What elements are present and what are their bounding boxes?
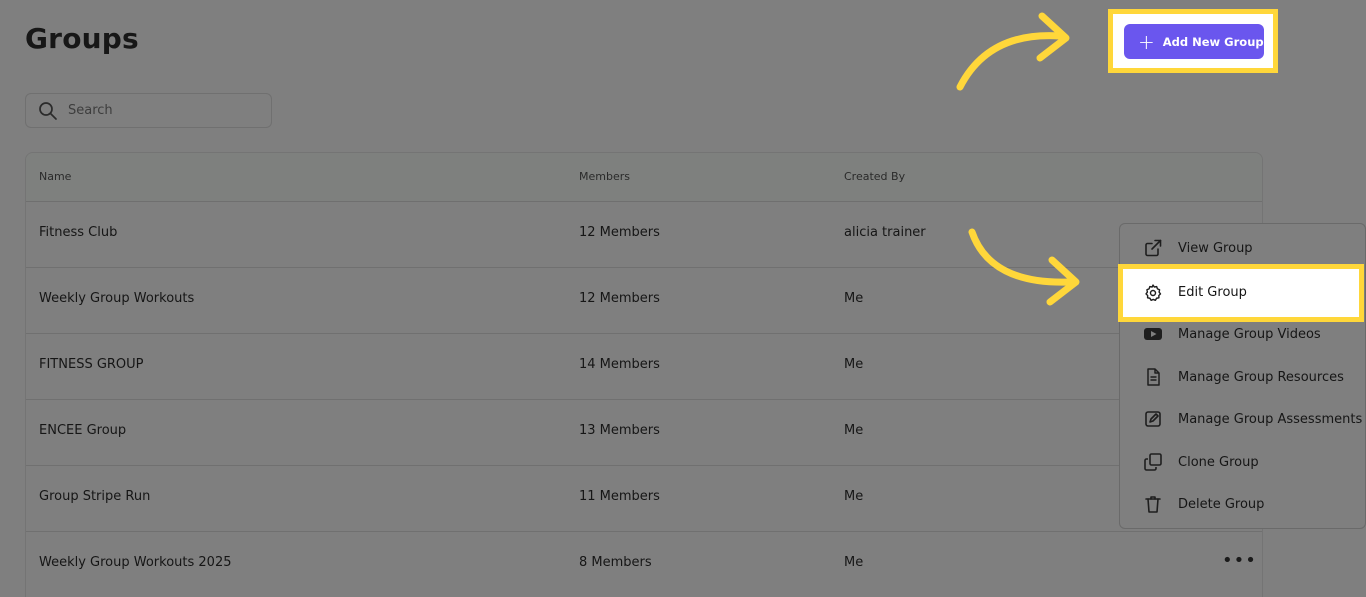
menu-item-label: Manage Group Assessments xyxy=(1178,411,1363,427)
copy-icon xyxy=(1143,452,1163,472)
column-header-name[interactable]: Name xyxy=(39,170,71,183)
menu-item-manage-assessments[interactable]: Manage Group Assessments xyxy=(1120,399,1365,439)
table-row[interactable]: ENCEE Group 13 Members Me xyxy=(26,400,1262,466)
annotation-arrow-icon xyxy=(968,228,1080,306)
menu-item-label: Edit Group xyxy=(1178,285,1247,300)
table-row[interactable]: Weekly Group Workouts 2025 8 Members Me … xyxy=(26,532,1262,597)
group-created-by: Me xyxy=(844,357,864,372)
edit-square-icon xyxy=(1143,409,1163,429)
group-members: 14 Members xyxy=(579,357,660,372)
group-members: 13 Members xyxy=(579,423,660,438)
menu-item-view-group[interactable]: View Group xyxy=(1120,228,1365,268)
group-name[interactable]: FITNESS GROUP xyxy=(39,357,144,372)
search-input[interactable] xyxy=(66,102,250,119)
group-created-by: alicia trainer xyxy=(844,225,926,240)
table-row[interactable]: Group Stripe Run 11 Members Me xyxy=(26,466,1262,532)
menu-item-manage-resources[interactable]: Manage Group Resources xyxy=(1120,357,1365,397)
group-name[interactable]: Weekly Group Workouts xyxy=(39,291,194,306)
menu-item-delete-group[interactable]: Delete Group xyxy=(1120,484,1365,524)
menu-item-edit-group[interactable]: Edit Group xyxy=(1118,264,1364,322)
group-created-by: Me xyxy=(844,489,864,504)
trash-icon xyxy=(1143,494,1163,514)
group-created-by: Me xyxy=(844,423,864,438)
column-header-members[interactable]: Members xyxy=(579,170,630,183)
groups-table: Name Members Created By Fitness Club 12 … xyxy=(25,152,1263,597)
plus-icon: + xyxy=(1138,29,1155,54)
youtube-icon xyxy=(1143,324,1163,344)
group-name[interactable]: Group Stripe Run xyxy=(39,489,150,504)
column-header-created-by[interactable]: Created By xyxy=(844,170,905,183)
annotation-arrow-icon xyxy=(956,12,1070,91)
gear-icon xyxy=(1143,283,1163,307)
group-members: 12 Members xyxy=(579,291,660,306)
group-created-by: Me xyxy=(844,291,864,306)
menu-item-label: Clone Group xyxy=(1178,454,1259,470)
menu-item-label: View Group xyxy=(1178,240,1253,256)
menu-item-clone-group[interactable]: Clone Group xyxy=(1120,442,1365,482)
more-options-button[interactable]: ••• xyxy=(1222,550,1257,571)
group-members: 12 Members xyxy=(579,225,660,240)
external-link-icon xyxy=(1143,238,1163,258)
group-members: 11 Members xyxy=(579,489,660,504)
group-name[interactable]: Weekly Group Workouts 2025 xyxy=(39,555,232,570)
search-icon xyxy=(38,101,58,121)
group-members: 8 Members xyxy=(579,555,652,570)
group-name[interactable]: ENCEE Group xyxy=(39,423,126,438)
menu-item-label: Manage Group Resources xyxy=(1178,369,1344,385)
add-new-group-label: Add New Group xyxy=(1162,34,1264,49)
page-title: Groups xyxy=(25,22,139,55)
group-created-by: Me xyxy=(844,555,864,570)
document-icon xyxy=(1143,367,1163,387)
table-header: Name Members Created By xyxy=(26,153,1262,202)
group-name[interactable]: Fitness Club xyxy=(39,225,117,240)
table-row[interactable]: FITNESS GROUP 14 Members Me xyxy=(26,334,1262,400)
menu-item-label: Manage Group Videos xyxy=(1178,326,1321,342)
search-box[interactable] xyxy=(25,93,272,128)
add-group-highlight: + Add New Group xyxy=(1108,9,1278,73)
add-new-group-button[interactable]: + Add New Group xyxy=(1124,24,1264,59)
menu-item-label: Delete Group xyxy=(1178,496,1265,512)
